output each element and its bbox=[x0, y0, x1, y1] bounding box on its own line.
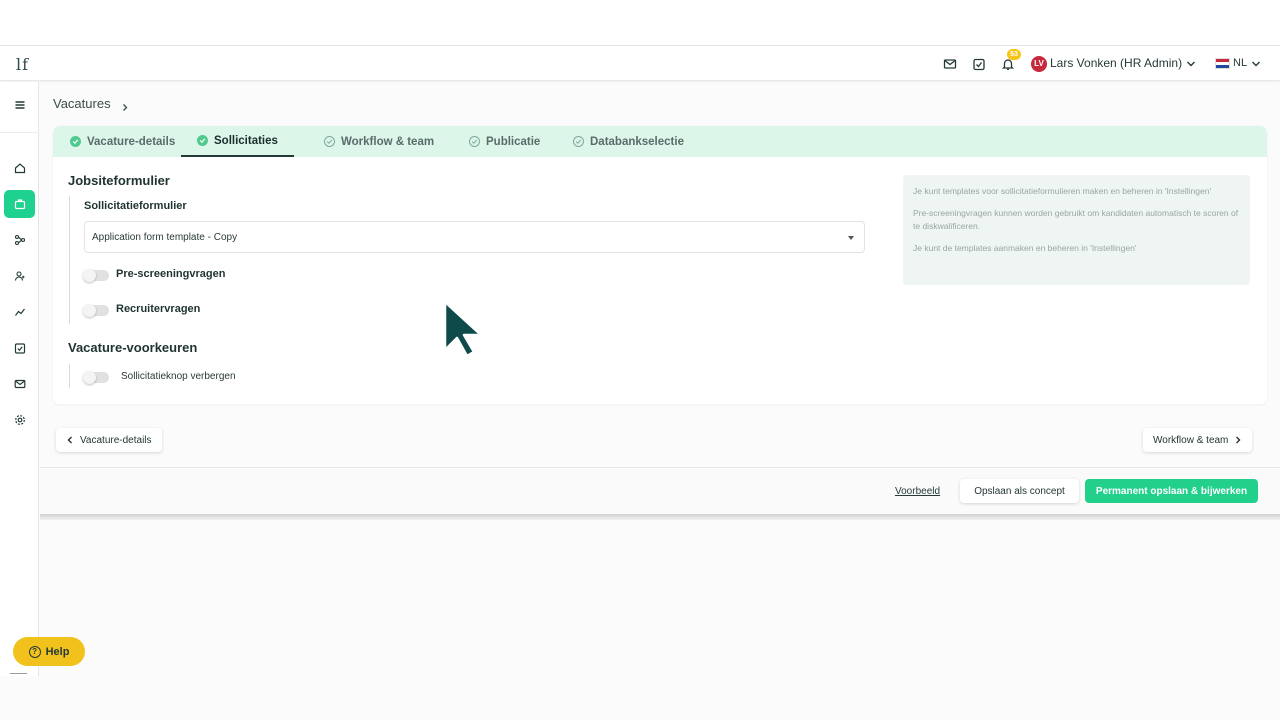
tab-publicatie[interactable]: Publicatie bbox=[469, 126, 540, 157]
info-box: Je kunt templates voor sollicitatieformu… bbox=[903, 175, 1250, 285]
form-card: Vacature-details Sollicitaties Workflow … bbox=[53, 126, 1267, 404]
hide-apply-button-toggle[interactable] bbox=[83, 371, 109, 384]
select-value: Application form template - Copy bbox=[92, 232, 238, 243]
check-circle-icon bbox=[573, 136, 584, 147]
prev-step-label: Vacature-details bbox=[80, 434, 152, 446]
tab-vacature-details[interactable]: Vacature-details bbox=[70, 126, 175, 157]
briefcase-icon[interactable] bbox=[4, 190, 35, 218]
tab-label: Sollicitaties bbox=[214, 134, 278, 147]
tab-label: Databankselectie bbox=[590, 135, 684, 148]
mouse-cursor-icon bbox=[440, 298, 490, 360]
check-circle-icon bbox=[70, 136, 81, 147]
application-form-select[interactable]: Application form template - Copy bbox=[84, 221, 865, 253]
flag-nl-icon[interactable] bbox=[1215, 58, 1230, 69]
notification-badge: 53 bbox=[1007, 49, 1021, 60]
logo[interactable]: lf bbox=[16, 55, 29, 74]
chevron-down-icon[interactable] bbox=[1186, 59, 1196, 69]
tab-bar: Vacature-details Sollicitaties Workflow … bbox=[53, 126, 1267, 157]
save-permanent-button[interactable]: Permanent opslaan & bijwerken bbox=[1085, 479, 1258, 503]
tasks-icon[interactable] bbox=[4, 334, 35, 362]
chevron-down-icon[interactable] bbox=[1251, 59, 1261, 69]
tab-label: Workflow & team bbox=[341, 135, 435, 148]
check-circle-icon bbox=[324, 136, 335, 147]
users-icon[interactable] bbox=[4, 262, 35, 290]
breadcrumb[interactable]: Vacatures bbox=[53, 96, 111, 111]
mail-icon[interactable] bbox=[4, 370, 35, 398]
sidebar-bottom-line bbox=[10, 673, 27, 674]
footer-shadow bbox=[40, 514, 1280, 520]
preview-link[interactable]: Voorbeeld bbox=[895, 486, 940, 497]
prescreening-label: Pre-screeningvragen bbox=[116, 268, 226, 280]
save-draft-button[interactable]: Opslaan als concept bbox=[960, 479, 1079, 503]
section-divider-line bbox=[69, 196, 70, 324]
next-step-button[interactable]: Workflow & team bbox=[1143, 428, 1253, 452]
caret-down-icon bbox=[848, 236, 854, 240]
prescreening-toggle[interactable] bbox=[83, 269, 109, 282]
check-circle-icon bbox=[197, 135, 208, 146]
info-text: Pre-screeningvragen kunnen worden gebrui… bbox=[913, 208, 1239, 231]
info-text: Je kunt templates voor sollicitatieformu… bbox=[913, 186, 1212, 196]
recruitervragen-label: Recruitervragen bbox=[116, 303, 201, 315]
workflow-icon[interactable] bbox=[4, 226, 35, 254]
tab-databankselectie[interactable]: Databankselectie bbox=[573, 126, 684, 157]
section-title-jobsite: Jobsiteformulier bbox=[68, 173, 170, 188]
tab-label: Vacature-details bbox=[87, 135, 176, 148]
form-label: Sollicitatieformulier bbox=[84, 200, 187, 212]
sidebar-divider bbox=[0, 132, 39, 133]
avatar[interactable]: LV bbox=[1031, 56, 1047, 72]
user-name[interactable]: Lars Vonken (HR Admin) bbox=[1050, 56, 1182, 70]
chevron-right-icon bbox=[1236, 436, 1241, 444]
tab-sollicitaties[interactable]: Sollicitaties bbox=[181, 126, 294, 157]
info-text: Je kunt de templates aanmaken en beheren… bbox=[913, 243, 1137, 253]
mail-icon[interactable] bbox=[943, 57, 957, 71]
chevron-right-icon bbox=[121, 99, 129, 111]
check-circle-icon bbox=[469, 136, 480, 147]
home-icon[interactable] bbox=[4, 154, 35, 182]
chevron-left-icon bbox=[67, 436, 72, 444]
tab-workflow-team[interactable]: Workflow & team bbox=[324, 126, 434, 157]
hide-apply-button-label: Sollicitatieknop verbergen bbox=[121, 371, 236, 382]
next-step-label: Workflow & team bbox=[1153, 434, 1229, 446]
settings-icon[interactable] bbox=[4, 406, 35, 434]
language-selector[interactable]: NL bbox=[1233, 57, 1247, 69]
help-button[interactable]: ? Help bbox=[13, 637, 85, 666]
sidebar bbox=[0, 82, 39, 676]
help-label: Help bbox=[45, 645, 70, 658]
question-icon: ? bbox=[28, 645, 41, 658]
recruitervragen-toggle[interactable] bbox=[83, 304, 109, 317]
prev-step-button[interactable]: Vacature-details bbox=[56, 428, 162, 452]
tab-label: Publicatie bbox=[486, 135, 541, 148]
task-icon[interactable] bbox=[972, 57, 986, 71]
section-divider-line bbox=[69, 364, 70, 388]
menu-icon[interactable] bbox=[4, 91, 35, 119]
section-title-preferences: Vacature-voorkeuren bbox=[68, 340, 198, 355]
top-blank-area bbox=[0, 0, 1280, 46]
analytics-icon[interactable] bbox=[4, 298, 35, 326]
